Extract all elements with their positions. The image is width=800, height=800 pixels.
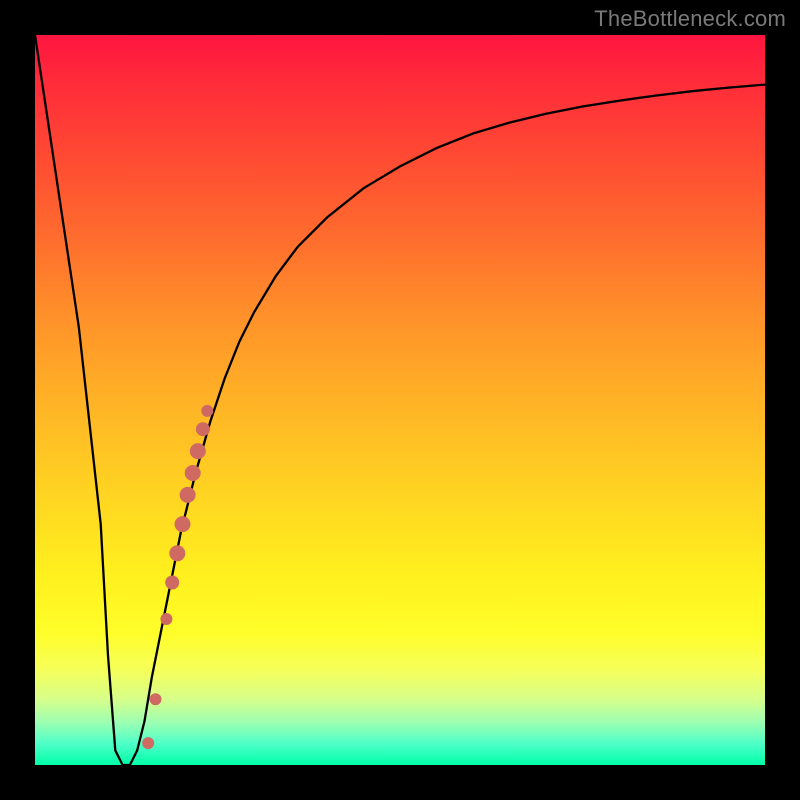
data-marker — [185, 465, 201, 481]
data-marker — [190, 443, 206, 459]
watermark-text: TheBottleneck.com — [594, 6, 786, 32]
data-marker — [201, 405, 213, 417]
data-marker — [142, 737, 154, 749]
data-marker — [180, 487, 196, 503]
data-marker — [196, 422, 210, 436]
chart-frame: TheBottleneck.com — [0, 0, 800, 800]
bottleneck-curve — [35, 35, 765, 765]
data-marker — [175, 516, 191, 532]
data-marker — [169, 545, 185, 561]
marker-layer — [142, 405, 213, 749]
data-marker — [150, 693, 162, 705]
curve-layer — [35, 35, 765, 765]
data-marker — [165, 576, 179, 590]
data-marker — [160, 613, 172, 625]
plot-area — [35, 35, 765, 765]
